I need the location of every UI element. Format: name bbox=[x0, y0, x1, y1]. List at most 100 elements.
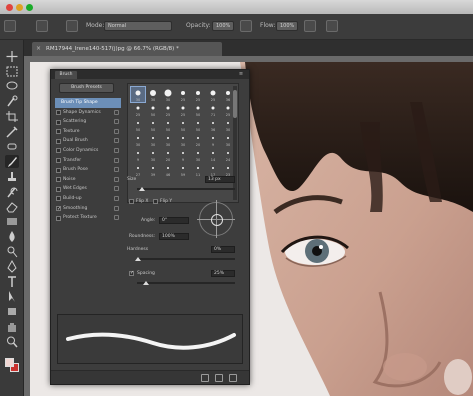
brush-tip[interactable]: 59 bbox=[176, 162, 190, 177]
toggle-brush-panel-icon[interactable] bbox=[66, 20, 78, 32]
brush-tip[interactable]: 25 bbox=[131, 102, 145, 117]
history-brush-tool-icon[interactable] bbox=[5, 185, 19, 198]
size-slider[interactable] bbox=[137, 188, 235, 190]
brush-tip[interactable]: 17 bbox=[206, 162, 220, 177]
brush-option-checkbox[interactable] bbox=[56, 148, 61, 154]
brush-tip[interactable]: 30 bbox=[221, 132, 235, 147]
eyedropper-tool-icon[interactable] bbox=[5, 125, 19, 138]
lock-icon[interactable] bbox=[114, 109, 119, 115]
panel-menu-icon[interactable]: ≡ bbox=[237, 71, 245, 78]
brush-tip[interactable]: 24 bbox=[221, 147, 235, 162]
brush-tip[interactable]: 50 bbox=[191, 102, 205, 117]
brush-size-picker-icon[interactable] bbox=[36, 20, 48, 32]
move-tool-icon[interactable] bbox=[5, 50, 19, 63]
document-tab[interactable]: × RM17944_Irene140-517(j)pg @ 66.7% (RGB… bbox=[32, 42, 222, 56]
flow-field[interactable]: 100% bbox=[276, 21, 298, 31]
angle-field[interactable]: 0° bbox=[159, 217, 189, 224]
path-select-tool-icon[interactable] bbox=[5, 290, 19, 303]
brush-option-item[interactable]: Scattering bbox=[55, 117, 121, 127]
brush-tip[interactable]: 50 bbox=[146, 102, 160, 117]
roundness-field[interactable]: 100% bbox=[159, 233, 189, 240]
brush-tip[interactable]: 25 bbox=[206, 87, 220, 102]
eraser-tool-icon[interactable] bbox=[5, 200, 19, 213]
brush-tip[interactable]: 30 bbox=[221, 117, 235, 132]
brush-option-checkbox[interactable] bbox=[56, 177, 61, 183]
brush-option-checkbox[interactable] bbox=[56, 196, 61, 202]
pressure-size-icon[interactable] bbox=[326, 20, 338, 32]
close-tab-icon[interactable]: × bbox=[36, 46, 42, 52]
brush-tip[interactable]: 14 bbox=[206, 147, 220, 162]
airbrush-icon[interactable] bbox=[304, 20, 316, 32]
shape-tool-icon[interactable] bbox=[5, 305, 19, 318]
zoom-window-button[interactable] bbox=[26, 4, 33, 11]
brush-tip[interactable]: 27 bbox=[131, 162, 145, 177]
hardness-slider[interactable] bbox=[137, 258, 235, 260]
lock-icon[interactable] bbox=[114, 138, 119, 144]
size-field[interactable]: 13 px bbox=[205, 176, 235, 183]
lock-icon[interactable] bbox=[114, 205, 119, 211]
new-preset-icon[interactable] bbox=[229, 374, 237, 382]
brush-option-item[interactable]: Noise bbox=[55, 175, 121, 185]
brush-option-checkbox[interactable] bbox=[56, 158, 61, 164]
foreground-color-swatch[interactable] bbox=[5, 358, 14, 367]
pen-tool-icon[interactable] bbox=[5, 260, 19, 273]
pressure-opacity-icon[interactable] bbox=[240, 20, 252, 32]
brush-tip[interactable]: 71 bbox=[206, 102, 220, 117]
lock-icon[interactable] bbox=[114, 119, 119, 125]
brush-option-checkbox[interactable] bbox=[56, 167, 61, 173]
brush-tip[interactable]: 50 bbox=[161, 117, 175, 132]
brush-option-item[interactable]: Build-up bbox=[55, 194, 121, 204]
brush-tip[interactable]: 30 bbox=[146, 147, 160, 162]
brush-tip[interactable]: 30 bbox=[191, 147, 205, 162]
lock-icon[interactable] bbox=[114, 128, 119, 134]
minimize-window-button[interactable] bbox=[16, 4, 23, 11]
angle-roundness-widget[interactable] bbox=[197, 200, 235, 238]
flip-y-checkbox[interactable] bbox=[153, 199, 158, 204]
marquee-tool-icon[interactable] bbox=[5, 65, 19, 78]
brush-tip[interactable]: 25 bbox=[176, 87, 190, 102]
hardness-slider-thumb[interactable] bbox=[135, 257, 141, 261]
brush-option-checkbox[interactable] bbox=[56, 129, 61, 135]
lock-icon[interactable] bbox=[114, 147, 119, 153]
brush-preset-picker-icon[interactable] bbox=[4, 20, 16, 32]
brush-option-item[interactable]: Texture bbox=[55, 127, 121, 137]
brush-tip[interactable]: 25 bbox=[221, 102, 235, 117]
brush-tip[interactable]: 30 bbox=[131, 132, 145, 147]
brush-tip[interactable]: 20 bbox=[191, 132, 205, 147]
hardness-field[interactable]: 0% bbox=[211, 246, 235, 253]
brush-option-checkbox[interactable] bbox=[56, 215, 61, 221]
lock-icon[interactable] bbox=[114, 186, 119, 192]
quick-select-tool-icon[interactable] bbox=[5, 95, 19, 108]
brush-tip[interactable]: 30 bbox=[176, 132, 190, 147]
create-brush-icon[interactable] bbox=[215, 374, 223, 382]
size-slider-thumb[interactable] bbox=[139, 187, 145, 191]
flip-x-checkbox[interactable] bbox=[129, 199, 134, 204]
brush-tip[interactable]: 11 bbox=[191, 162, 205, 177]
brush-tip[interactable]: 23 bbox=[221, 162, 235, 177]
brush-tip[interactable]: 30 bbox=[161, 132, 175, 147]
lock-icon[interactable] bbox=[114, 195, 119, 201]
brush-tool-icon[interactable] bbox=[5, 155, 19, 168]
brush-tip[interactable]: 30 bbox=[146, 87, 160, 102]
brush-presets-button[interactable]: Brush Presets bbox=[59, 83, 114, 93]
crop-tool-icon[interactable] bbox=[5, 110, 19, 123]
brush-option-item[interactable]: Color Dynamics bbox=[55, 146, 121, 156]
brush-option-item[interactable]: Dual Brush bbox=[55, 136, 121, 146]
brush-tip[interactable]: 30 bbox=[146, 132, 160, 147]
brush-option-checkbox[interactable] bbox=[56, 205, 61, 215]
brush-tip[interactable]: 50 bbox=[146, 117, 160, 132]
brush-option-item[interactable]: Smoothing bbox=[55, 204, 121, 215]
brush-option-checkbox[interactable] bbox=[56, 138, 61, 144]
color-swatches[interactable] bbox=[5, 358, 19, 372]
zoom-tool-icon[interactable] bbox=[5, 335, 19, 348]
lock-icon[interactable] bbox=[114, 167, 119, 173]
spacing-field[interactable]: 25% bbox=[211, 270, 235, 277]
lock-icon[interactable] bbox=[114, 176, 119, 182]
brush-tip[interactable]: 9 bbox=[131, 147, 145, 162]
opacity-field[interactable]: 100% bbox=[212, 21, 234, 31]
brush-option-checkbox[interactable] bbox=[56, 186, 61, 192]
brush-tip[interactable]: 9 bbox=[206, 132, 220, 147]
dodge-tool-icon[interactable] bbox=[5, 245, 19, 258]
brush-tip[interactable]: 25 bbox=[191, 87, 205, 102]
gradient-tool-icon[interactable] bbox=[5, 215, 19, 228]
